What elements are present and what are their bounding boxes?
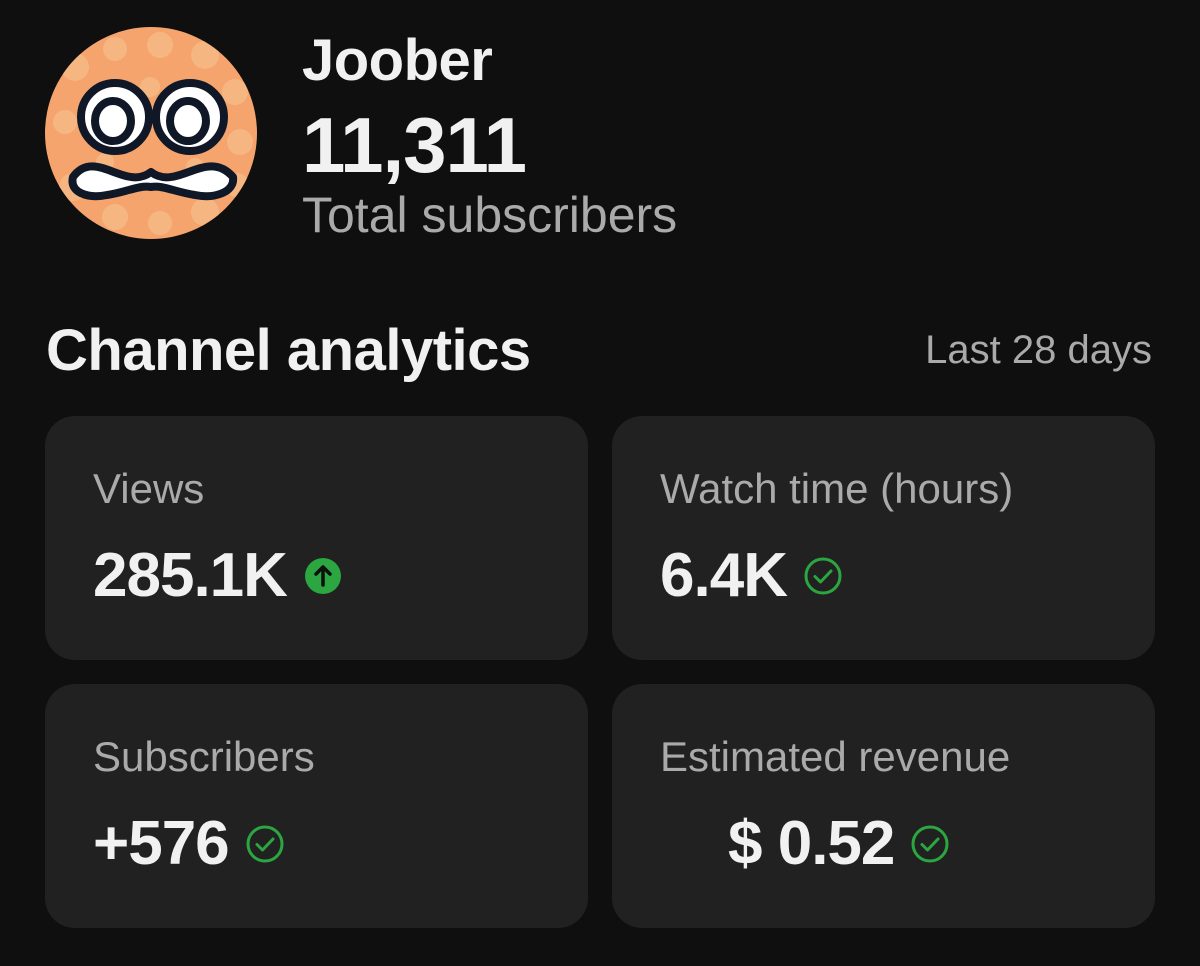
total-subscribers-label: Total subscribers [302, 187, 678, 243]
views-card[interactable]: Views 285.1K [45, 416, 588, 660]
period-selector[interactable]: Last 28 days [925, 330, 1152, 370]
total-subscriber-count: 11,311 [302, 101, 527, 189]
estimated-revenue-value-row: $ 0.52 [728, 812, 950, 876]
subscribers-value-row: +576 [93, 812, 285, 876]
section-title: Channel analytics [46, 318, 531, 383]
channel-name: Joober [302, 28, 493, 93]
estimated-revenue-label: Estimated revenue [660, 733, 1011, 780]
views-value-row: 285.1K [93, 544, 343, 608]
estimated-revenue-card[interactable]: Estimated revenue $ 0.52 [612, 684, 1155, 928]
check-circle-icon [245, 824, 285, 864]
watch-time-value: 6.4K [660, 541, 788, 610]
check-circle-icon [910, 824, 950, 864]
watch-time-card[interactable]: Watch time (hours) 6.4K [612, 416, 1155, 660]
check-circle-icon [803, 556, 843, 596]
channel-avatar[interactable] [45, 27, 257, 239]
arrow-up-circle-icon [303, 556, 343, 596]
views-value: 285.1K [93, 541, 288, 610]
watch-time-label: Watch time (hours) [660, 465, 1014, 512]
googly-eyes-mustache-face-icon [45, 27, 257, 239]
views-label: Views [93, 465, 205, 512]
subscribers-label: Subscribers [93, 733, 315, 780]
subscribers-card[interactable]: Subscribers +576 [45, 684, 588, 928]
subscribers-value: +576 [93, 809, 230, 878]
watch-time-value-row: 6.4K [660, 544, 843, 608]
estimated-revenue-value: $ 0.52 [728, 809, 895, 878]
